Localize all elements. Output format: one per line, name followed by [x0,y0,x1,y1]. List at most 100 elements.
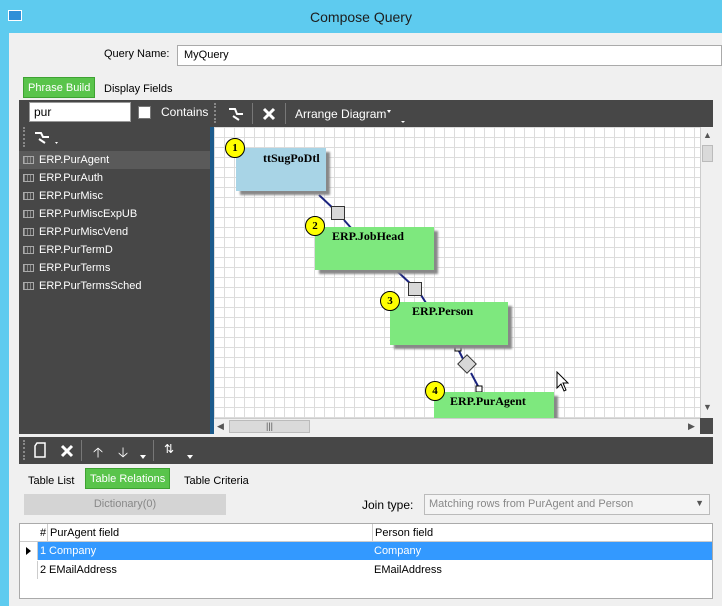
list-item-label: ERP.PurMisc [39,190,103,202]
relations-toolbar: 🡡 🡣 ⇅ [19,437,713,464]
chevron-down-icon[interactable] [386,108,406,124]
list-item-label: ERP.PurMiscExpUB [39,208,138,220]
tab-display-fields[interactable]: Display Fields [100,79,176,100]
table-row[interactable]: 2 EMailAddress EMailAddress [20,561,712,579]
toolbar-separator [285,103,286,124]
title-bar: Compose Query [0,0,722,33]
search-row: pur Contains [19,100,210,124]
puragent-field-cell[interactable]: EMailAddress [47,561,372,579]
toolbar-separator [81,440,82,461]
table-search-input[interactable]: pur [29,102,131,122]
table-icon [23,264,34,272]
list-item-label: ERP.PurMiscVend [39,226,129,238]
tab-phrase-build[interactable]: Phrase Build [23,77,96,98]
table-row[interactable]: 1 Company Company [20,542,712,560]
window-title: Compose Query [310,9,412,25]
diagram-node[interactable]: ERP.PurAgent [434,392,554,418]
join-type-select[interactable]: Matching rows from PurAgent and Person ▼ [424,494,710,515]
arrange-diagram-button[interactable]: Arrange Diagram [295,107,386,121]
list-item-label: ERP.PurAgent [39,154,110,166]
list-item[interactable]: ERP.PurAgent [19,151,210,169]
table-icon [23,228,34,236]
table-icon [23,156,34,164]
contains-label: Contains [161,105,209,119]
list-item[interactable]: ERP.PurTermsSched [19,277,210,295]
contains-checkbox[interactable] [138,106,151,119]
list-item[interactable]: ERP.PurMisc [19,187,210,205]
mouse-cursor-icon [556,371,570,392]
node-number-badge: 4 [425,381,445,401]
list-item-label: ERP.PurTerms [39,262,111,274]
node-label: ttSugPoDtl [263,151,320,165]
diagram-vertical-scrollbar[interactable]: ▲ ▼ [700,127,713,418]
person-field-cell[interactable]: Company [372,542,712,560]
list-item[interactable]: ERP.PurAuth [19,169,210,187]
table-list: ERP.PurAgent ERP.PurAuth ERP.PurMisc ERP.Pu… [19,151,210,295]
tab-table-relations[interactable]: Table Relations [85,468,171,489]
toolbar-grip [23,127,25,147]
diagram-node[interactable]: ttSugPoDtl [236,148,326,191]
person-field-cell[interactable]: EMailAddress [372,561,712,579]
scroll-down-icon[interactable]: ▼ [703,402,712,412]
chevron-down-icon[interactable] [140,455,148,460]
list-item[interactable]: ERP.PurMiscVend [19,223,210,241]
diagram-toolbar: Arrange Diagram [210,100,713,127]
scroll-thumb[interactable]: ||| [229,420,310,433]
puragent-field-cell[interactable]: Company [47,542,372,560]
grid-header: # PurAgent field Person field [20,524,712,542]
toolbar-grip [23,440,25,460]
node-number-badge: 2 [305,216,325,236]
diagram-node[interactable]: ERP.JobHead [315,227,434,270]
new-icon[interactable] [33,442,47,459]
join-type-value: Matching rows from PurAgent and Person [429,498,634,510]
add-relation-icon[interactable] [33,129,61,147]
row-indicator[interactable] [20,542,38,560]
table-icon [23,210,34,218]
scroll-up-icon[interactable]: ▲ [703,130,712,140]
list-item[interactable]: ERP.PurTermD [19,241,210,259]
join-connector[interactable] [331,206,345,220]
list-item[interactable]: ERP.PurMiscExpUB [19,205,210,223]
column-header-person-field[interactable]: Person field [372,524,712,542]
window-frame-left [0,33,9,606]
table-icon [23,282,34,290]
chevron-down-icon[interactable] [187,455,195,460]
scroll-right-icon[interactable]: ▶ [688,421,695,432]
toolbar-separator [252,103,253,124]
link-icon[interactable] [227,106,245,122]
column-header-puragent-field[interactable]: PurAgent field [47,524,372,542]
tab-table-list[interactable]: Table List [24,471,78,492]
query-name-input[interactable]: MyQuery [177,45,722,66]
node-number-badge: 1 [225,138,245,158]
diagram-canvas[interactable]: ttSugPoDtl ERP.JobHead ERP.Person ERP.Pu… [214,127,700,418]
join-type-label: Join type: [362,498,414,512]
delete-icon[interactable] [60,444,74,458]
join-connector[interactable] [408,282,422,296]
chevron-down-icon: ▼ [695,498,704,508]
move-up-icon[interactable]: 🡡 [93,442,103,466]
tab-table-criteria[interactable]: Table Criteria [180,471,253,492]
table-search-panel: pur Contains ERP.PurAgent ERP.PurAuth ERP.… [19,100,210,434]
current-row-icon [26,547,31,555]
scroll-left-icon[interactable]: ◀ [217,421,224,432]
node-number-badge: 3 [380,291,400,311]
list-item[interactable]: ERP.PurTerms [19,259,210,277]
toolbar-separator [153,440,154,461]
dictionary-button[interactable]: Dictionary(0) [24,494,226,515]
move-down-icon[interactable]: 🡣 [118,442,128,466]
relations-grid: # PurAgent field Person field 1 Company … [19,523,713,599]
node-label: ERP.JobHead [332,229,404,243]
diagram-panel: Arrange Diagram ttSugPoDtl ERP.JobHead E… [210,100,713,434]
diagram-horizontal-scrollbar[interactable]: ◀ ||| ▶ [214,418,700,434]
table-icon [23,174,34,182]
left-toolbar [19,124,210,151]
toolbar-grip [214,103,216,123]
delete-icon[interactable] [262,107,276,121]
scroll-thumb[interactable] [702,145,713,162]
list-item-label: ERP.PurAuth [39,172,104,184]
table-icon [23,192,34,200]
diagram-node[interactable]: ERP.Person [390,302,508,345]
row-indicator[interactable] [20,561,38,579]
node-label: ERP.PurAgent [450,394,526,408]
sort-icon[interactable]: ⇅ [164,442,174,456]
